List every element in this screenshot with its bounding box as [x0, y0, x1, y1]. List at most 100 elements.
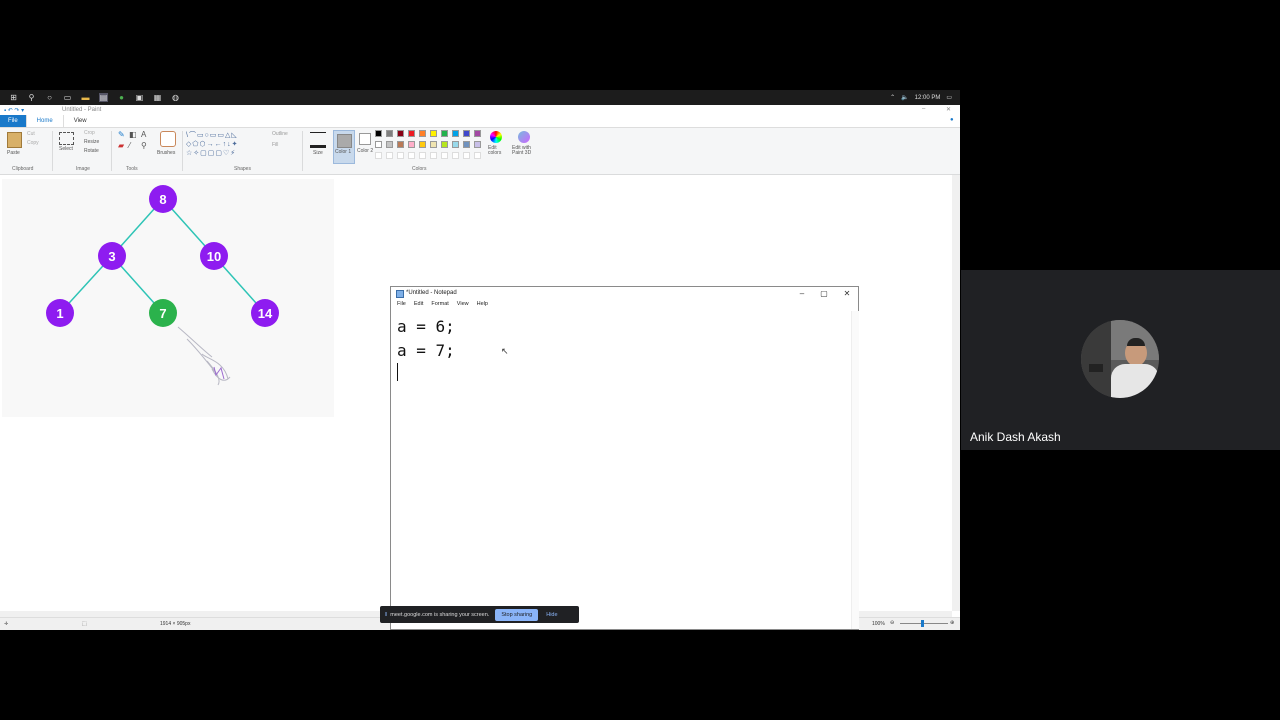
select-button[interactable]: Select [59, 146, 73, 152]
custom-color-swatch[interactable] [463, 152, 470, 159]
color-swatch[interactable] [375, 141, 382, 148]
menu-view[interactable]: View [457, 301, 469, 311]
stop-sharing-button[interactable]: Stop sharing [495, 608, 539, 621]
color2-swatch[interactable] [359, 133, 371, 145]
magnifier-icon[interactable]: ⚲ [141, 141, 147, 150]
color-swatch[interactable] [397, 130, 404, 137]
copy-button[interactable]: Copy [27, 140, 39, 146]
custom-color-swatch[interactable] [452, 152, 459, 159]
color-swatch[interactable] [441, 141, 448, 148]
color-swatch[interactable] [397, 141, 404, 148]
color-swatch[interactable] [375, 130, 382, 137]
minimize-icon[interactable]: – [791, 287, 813, 301]
menu-edit[interactable]: Edit [414, 301, 423, 311]
color-swatch[interactable] [386, 130, 393, 137]
color1-button[interactable]: Color 1 [333, 130, 355, 164]
app-icon-2[interactable]: ▦ [153, 93, 162, 102]
color-swatch[interactable] [408, 130, 415, 137]
paste-icon[interactable] [7, 132, 22, 148]
edit-with-paint3d-button[interactable]: Edit with Paint 3D [512, 146, 538, 156]
app-icon-1[interactable]: ▣ [135, 93, 144, 102]
color-swatch[interactable] [463, 130, 470, 137]
pencil-icon[interactable]: ✎ [118, 130, 125, 139]
brush-icon[interactable] [160, 131, 176, 147]
crop-button[interactable]: Crop [84, 130, 95, 136]
text-icon[interactable]: A [141, 130, 146, 139]
custom-color-swatch[interactable] [419, 152, 426, 159]
tab-file[interactable]: File [0, 115, 26, 127]
edit-colors-icon[interactable] [490, 131, 502, 143]
color-swatch[interactable] [452, 130, 459, 137]
close-icon[interactable]: ✕ [946, 106, 951, 113]
edit-colors-button[interactable]: Edit colors [488, 146, 508, 156]
search-icon[interactable]: ⚲ [27, 93, 36, 102]
notepad-scrollbar[interactable] [851, 311, 859, 629]
color-swatch[interactable] [419, 141, 426, 148]
notepad-text-area[interactable]: a = 6; a = 7; [397, 315, 455, 363]
custom-color-swatch[interactable] [474, 152, 481, 159]
color-swatch[interactable] [408, 141, 415, 148]
tab-view[interactable]: View [64, 115, 97, 127]
size-button[interactable]: Size [313, 150, 323, 156]
brushes-button[interactable]: Brushes [157, 150, 175, 156]
color-swatch[interactable] [463, 141, 470, 148]
hide-button[interactable]: Hide [546, 612, 557, 618]
zoom-out-icon[interactable]: ⊖ [890, 620, 894, 626]
select-icon[interactable] [59, 132, 74, 145]
custom-color-swatch[interactable] [408, 152, 415, 159]
maximize-icon[interactable]: ▢ [813, 287, 835, 301]
outline-button[interactable]: Outline [272, 131, 288, 137]
picker-icon[interactable]: ⁄ [129, 141, 130, 150]
color-swatch[interactable] [474, 130, 481, 137]
fill-icon[interactable]: ◧ [129, 130, 137, 139]
color2-button[interactable]: Color 2 [357, 148, 373, 154]
volume-icon[interactable]: 🔈 [901, 94, 908, 101]
size-icon[interactable] [310, 132, 326, 148]
color-swatch[interactable] [441, 130, 448, 137]
menu-format[interactable]: Format [431, 301, 448, 311]
tab-home[interactable]: Home [25, 115, 64, 127]
fill-button[interactable]: Fill [272, 142, 278, 148]
shapes-gallery[interactable]: \⌒▭○▭▭△◺ ◇⬠⬡→←↑↓✦ ☆✧▢▢▢♡⚡ [186, 131, 260, 157]
color-swatch[interactable] [452, 141, 459, 148]
custom-color-swatch[interactable] [386, 152, 393, 159]
zoom-in-icon[interactable]: ⊕ [950, 620, 954, 626]
zoom-slider[interactable] [900, 623, 948, 624]
paint-taskbar-icon[interactable]: ◍ [171, 93, 180, 102]
paint3d-icon[interactable] [518, 131, 530, 143]
cut-button[interactable]: Cut [27, 131, 35, 137]
folder-icon[interactable]: ▬ [81, 93, 90, 102]
help-icon[interactable]: ● [950, 117, 954, 123]
notepad-title-bar[interactable]: *Untitled - Notepad – ▢ ✕ [391, 287, 858, 301]
close-icon[interactable]: ✕ [836, 287, 858, 301]
notification-icon[interactable]: ▭ [946, 94, 952, 101]
color-swatch[interactable] [386, 141, 393, 148]
menu-file[interactable]: File [397, 301, 406, 311]
color-swatch[interactable] [430, 141, 437, 148]
custom-color-swatch[interactable] [397, 152, 404, 159]
eraser-icon[interactable]: ▰ [118, 141, 124, 150]
minimize-icon[interactable]: – [922, 106, 925, 112]
color-swatch[interactable] [419, 130, 426, 137]
custom-color-swatch[interactable] [430, 152, 437, 159]
clock[interactable]: 12:00 PM [915, 95, 941, 101]
quick-access-icons[interactable]: ▪ ↶ ↷ ▾ [4, 107, 24, 114]
rotate-button[interactable]: Rotate [84, 148, 99, 154]
color-swatch[interactable] [474, 141, 481, 148]
task-view-icon[interactable]: ▭ [63, 93, 72, 102]
scribble-mark [177, 326, 231, 386]
tree-node: 10 [200, 242, 228, 270]
notepad-taskbar-icon[interactable]: ▤ [99, 93, 108, 102]
start-icon[interactable]: ⊞ [9, 93, 18, 102]
paint-vertical-scrollbar[interactable] [952, 175, 960, 611]
menu-help[interactable]: Help [477, 301, 488, 311]
cortana-icon[interactable]: ○ [45, 93, 54, 102]
paste-label[interactable]: Paste [7, 150, 20, 156]
chevron-up-icon[interactable]: ⌃ [890, 94, 895, 101]
chrome-icon[interactable]: ● [117, 93, 126, 102]
resize-button[interactable]: Resize [84, 139, 99, 145]
custom-color-swatch[interactable] [441, 152, 448, 159]
custom-color-swatch[interactable] [375, 152, 382, 159]
zoom-slider-thumb[interactable] [921, 620, 924, 627]
color-swatch[interactable] [430, 130, 437, 137]
